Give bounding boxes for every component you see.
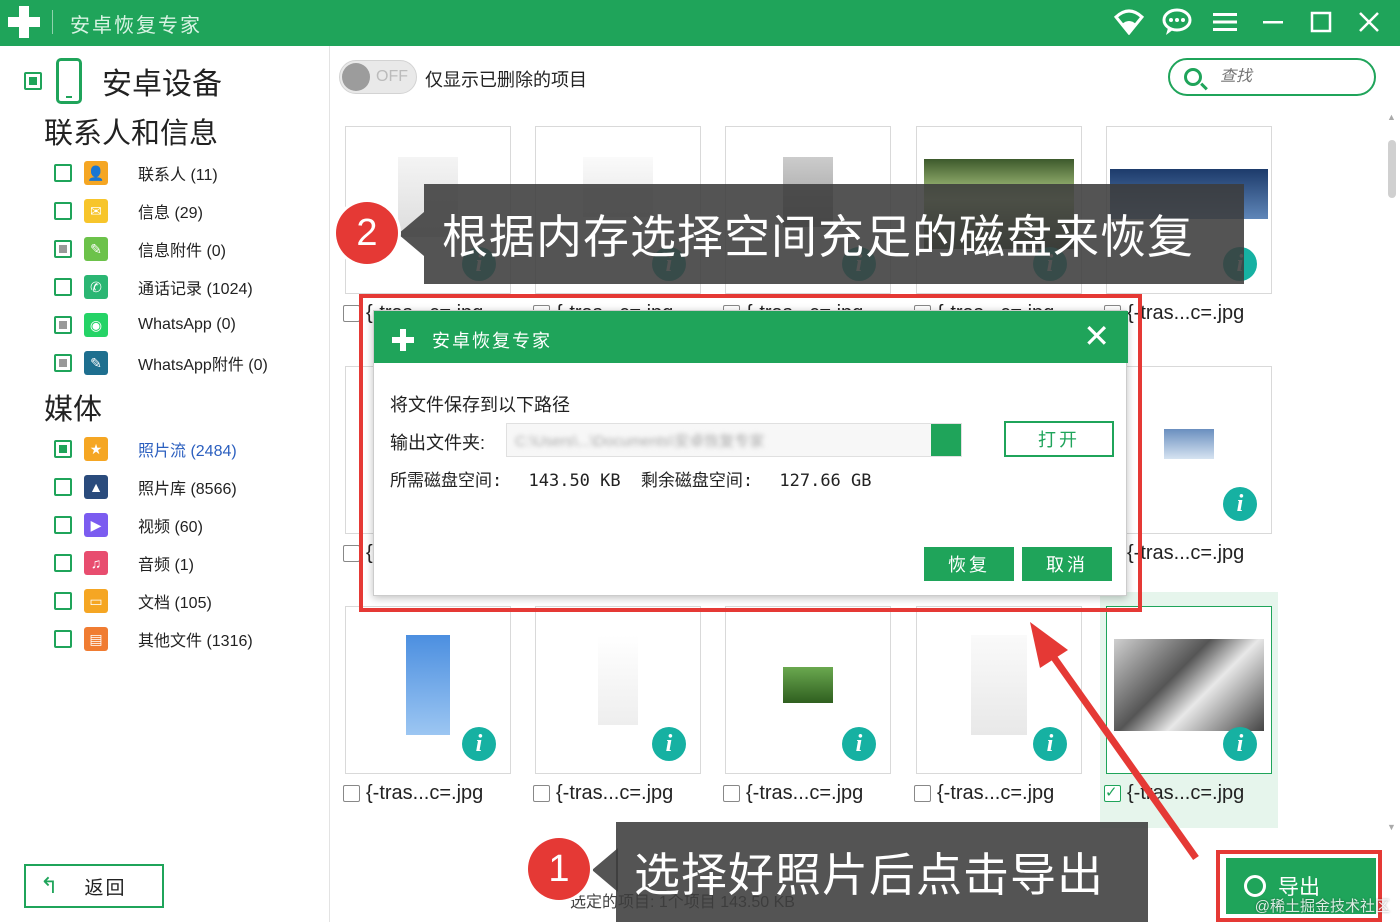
step2-text: 根据内存选择空间充足的磁盘来恢复: [442, 211, 1194, 263]
app-window: 安卓恢复专家 安卓设备 联系人和信息 👤 联系人 (11) ✉ 信息 (29) …: [0, 0, 1400, 922]
annotation-arrow: [1030, 622, 1199, 861]
step2-callout: 根据内存选择空间充足的磁盘来恢复: [424, 184, 1244, 284]
step2-badge: 2: [336, 202, 398, 264]
step1-text: 选择好照片后点击导出: [634, 849, 1104, 901]
watermark: @稀土掘金技术社区: [1254, 898, 1390, 915]
step1-callout: 选择好照片后点击导出: [616, 822, 1148, 922]
step1-pointer: [592, 848, 618, 892]
step2-pointer: [398, 212, 424, 256]
step1-badge: 1: [528, 838, 590, 900]
